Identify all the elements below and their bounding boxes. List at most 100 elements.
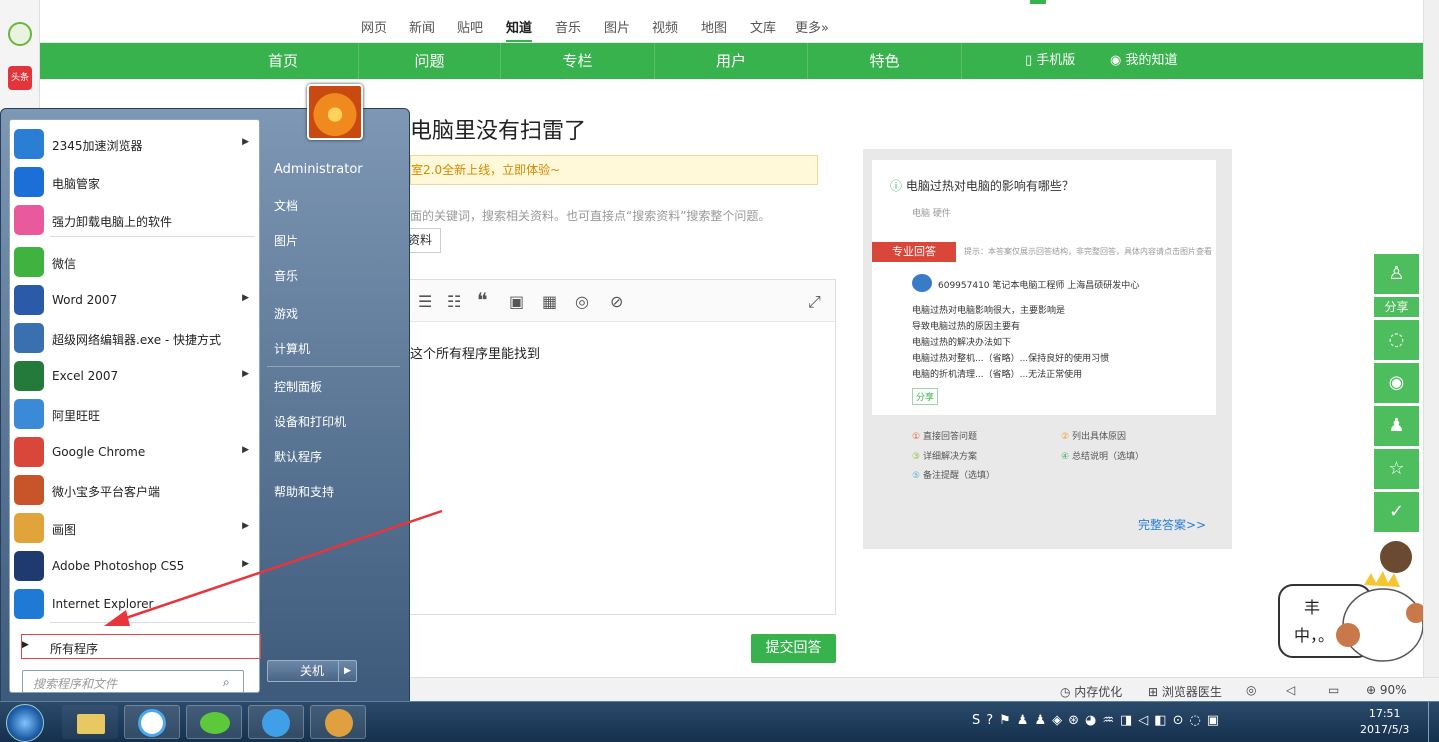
user-avatar[interactable] <box>307 84 363 140</box>
menu-games[interactable]: 游戏 <box>274 305 298 322</box>
submenu-arrow-icon: ▶ <box>242 369 249 379</box>
nav-music[interactable]: 音乐 <box>555 17 581 36</box>
video-icon[interactable]: ▦ <box>542 292 557 311</box>
mascot-crown-icon <box>1364 571 1400 587</box>
program-icon <box>14 361 44 391</box>
clock-date: 2017/5/3 <box>1360 723 1410 736</box>
mobile-label: 手机版 <box>1036 53 1076 68</box>
program-icon <box>14 475 44 505</box>
eye-icon[interactable]: ◎ <box>1246 683 1256 697</box>
doctor-icon: ⊞ <box>1148 685 1162 699</box>
menu-computer[interactable]: 计算机 <box>274 340 310 357</box>
taskbar-browser-icon[interactable] <box>124 705 180 739</box>
nav-questions[interactable]: 问题 <box>359 43 501 79</box>
nav-tieba[interactable]: 贴吧 <box>457 17 483 36</box>
menu-music[interactable]: 音乐 <box>274 267 298 284</box>
ordered-list-icon[interactable]: ☰ <box>418 292 432 311</box>
location-icon[interactable]: ◎ <box>575 292 589 311</box>
system-tray[interactable]: S?⚑♟♟◈⊛◕♒◨◁◧⊙◌▣ <box>972 713 1225 728</box>
start-menu: 2345加速浏览器 ▶ 电脑管家 强力卸载电脑上的软件 微信 Word 2007 ▶ 超级网络… <box>0 108 410 702</box>
nav-zhidao[interactable]: 知道 <box>506 17 533 42</box>
clock-icon[interactable] <box>8 22 32 46</box>
card-question: ⓘ 电脑过热对电脑的影响有哪些？ <box>890 177 1074 194</box>
submenu-arrow-icon: ▶ <box>242 445 249 455</box>
main-nav-bar: 首页 问题 专栏 用户 特色 ▯ 手机版 ◉ 我的知道 <box>40 43 1423 79</box>
start-search-input[interactable]: 搜索程序和文件 ⌕ <box>22 670 244 693</box>
nav-news[interactable]: 新闻 <box>409 17 435 36</box>
toutiao-icon[interactable]: 头条 <box>8 66 32 90</box>
full-answer-link[interactable]: 完整答案>> <box>1138 516 1206 533</box>
memory-optimize[interactable]: ◷ 内存优化 <box>1060 683 1122 700</box>
program-icon <box>14 589 44 619</box>
program-item[interactable]: 阿里旺旺 <box>10 396 259 432</box>
shutdown-button[interactable]: 关机 ▶ <box>267 660 357 682</box>
speaker-icon[interactable]: ◁ <box>1286 683 1295 697</box>
all-programs-button[interactable]: ▶ 所有程序 <box>21 634 261 659</box>
submit-answer-button[interactable]: 提交回答 <box>751 634 836 663</box>
menu-default-programs[interactable]: 默认程序 <box>274 448 322 465</box>
notice-banner[interactable]: 室2.0全新上线，立即体验~ <box>410 155 818 185</box>
taskbar-weixiaobao-icon[interactable] <box>310 705 366 739</box>
show-desktop-button[interactable] <box>1428 702 1439 742</box>
nav-wenku[interactable]: 文库 <box>750 17 776 36</box>
legend-2-icon: ② <box>1061 432 1072 442</box>
nav-images[interactable]: 图片 <box>604 17 630 36</box>
taskbar-clock[interactable]: 17:51 2017/5/3 <box>1360 706 1409 738</box>
qq-icon[interactable]: ♟ <box>1374 406 1419 446</box>
taskbar-wechat-icon[interactable] <box>186 705 242 739</box>
menu-administrator[interactable]: Administrator <box>274 162 363 177</box>
mascot-widget[interactable]: 丰 中，。 <box>1276 535 1439 675</box>
nav-web[interactable]: 网页 <box>361 17 387 36</box>
program-item[interactable]: Word 2007 ▶ <box>10 282 259 318</box>
zoom-control[interactable]: ⊕ 90% <box>1366 683 1407 697</box>
wechat-icon[interactable]: ◌ <box>1374 320 1419 360</box>
menu-devices-printers[interactable]: 设备和打印机 <box>274 413 346 430</box>
taskbar-wangwang-icon[interactable] <box>248 705 304 739</box>
browser-doctor[interactable]: ⊞ 浏览器医生 <box>1148 683 1222 700</box>
nav-columns[interactable]: 专栏 <box>501 43 655 79</box>
profile-icon[interactable]: ♙ <box>1374 254 1419 294</box>
quote-icon[interactable]: ❝ <box>477 288 488 312</box>
question-title: 电脑里没有扫雷了 <box>410 119 587 144</box>
card-share-button[interactable]: 分享 <box>912 388 939 405</box>
favorite-icon[interactable]: ☆ <box>1374 449 1419 489</box>
program-item[interactable]: 2345加速浏览器 ▶ <box>10 126 259 162</box>
program-item[interactable]: Google Chrome ▶ <box>10 434 259 470</box>
weibo-icon[interactable]: ◉ <box>1374 363 1419 403</box>
program-item[interactable]: 电脑管家 <box>10 164 259 200</box>
my-zhidao-link[interactable]: ◉ 我的知道 <box>1110 43 1178 79</box>
nav-users[interactable]: 用户 <box>655 43 808 79</box>
question-mark-icon: ⓘ <box>890 179 906 193</box>
attachment-icon[interactable]: ⊘ <box>610 292 623 311</box>
nav-map[interactable]: 地图 <box>701 17 727 36</box>
windows-start-icon[interactable] <box>6 704 44 742</box>
taskbar-explorer-icon[interactable] <box>62 705 118 739</box>
editor-text[interactable]: 这个所有程序里能找到 <box>410 343 540 362</box>
page-scrollbar[interactable] <box>1423 0 1439 677</box>
nav-featured[interactable]: 特色 <box>808 43 962 79</box>
unordered-list-icon[interactable]: ☷ <box>447 292 461 311</box>
program-item[interactable]: Internet Explorer <box>10 586 259 622</box>
menu-pictures[interactable]: 图片 <box>274 232 298 249</box>
program-item[interactable]: 超级网络编辑器.exe - 快捷方式 <box>10 320 259 356</box>
submenu-arrow-icon: ▶ <box>242 137 249 147</box>
program-item[interactable]: 微小宝多平台客户端 <box>10 472 259 508</box>
program-item[interactable]: 强力卸载电脑上的软件 <box>10 202 259 238</box>
menu-documents[interactable]: 文档 <box>274 197 298 214</box>
card-line-4: 电脑过热对整机...（省略）...保持良好的使用习惯 <box>912 354 1110 364</box>
window-icon[interactable]: ▭ <box>1328 683 1339 697</box>
program-item[interactable]: Excel 2007 ▶ <box>10 358 259 394</box>
nav-more[interactable]: 更多» <box>795 17 829 36</box>
task-icon[interactable]: ✓ <box>1374 492 1419 532</box>
program-item[interactable]: 画图 ▶ <box>10 510 259 546</box>
nav-video[interactable]: 视频 <box>652 17 678 36</box>
nav-home[interactable]: 首页 <box>208 43 359 79</box>
image-icon[interactable]: ▣ <box>509 292 524 311</box>
shutdown-arrow-icon[interactable]: ▶ <box>338 661 356 681</box>
menu-help-support[interactable]: 帮助和支持 <box>274 483 334 500</box>
mobile-link[interactable]: ▯ 手机版 <box>1025 43 1075 79</box>
program-item[interactable]: 微信 <box>10 244 259 280</box>
program-item[interactable]: Adobe Photoshop CS5 ▶ <box>10 548 259 584</box>
menu-control-panel[interactable]: 控制面板 <box>274 378 322 395</box>
fullscreen-icon[interactable]: ⤢ <box>808 292 821 312</box>
